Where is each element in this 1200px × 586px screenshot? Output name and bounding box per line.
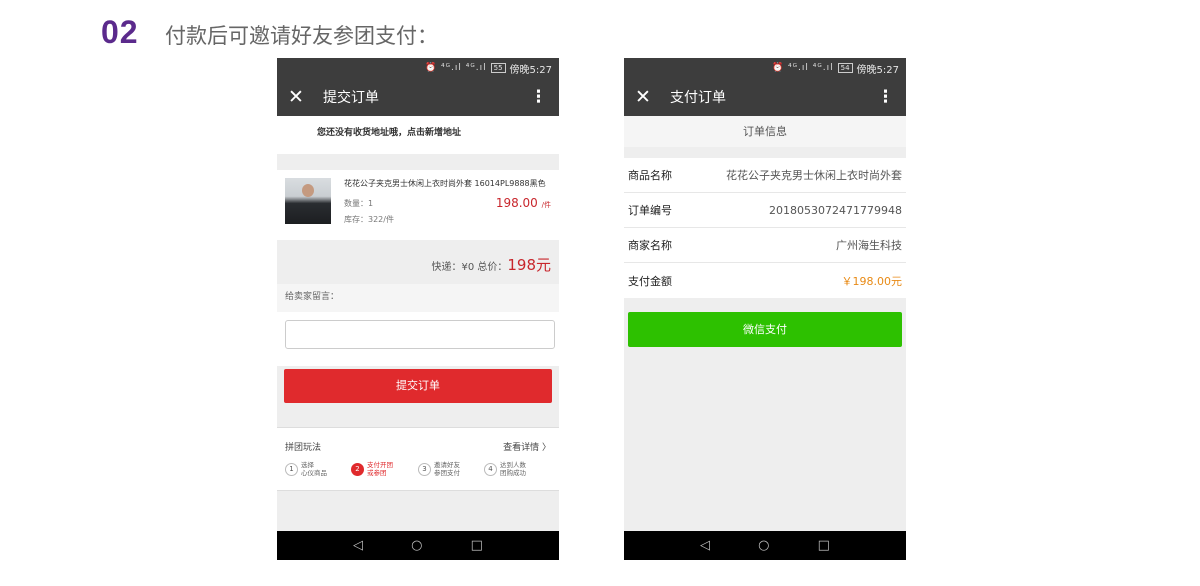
signal-icons: ⏰ ⁴ᴳ.ıl ⁴ᴳ.ıl	[424, 63, 487, 73]
view-details-link[interactable]: 查看详情 〉	[503, 440, 551, 453]
more-menu-icon[interactable]: ⋮	[877, 78, 894, 116]
info-value: 花花公子夹克男士休闲上衣时尚外套	[726, 169, 902, 182]
group-buy-title: 拼团玩法	[285, 443, 322, 453]
close-icon[interactable]: ✕	[624, 78, 662, 116]
submit-order-button[interactable]: 提交订单	[284, 369, 552, 403]
step-label: 邀请好友 参团支付	[434, 461, 460, 477]
recent-apps-icon[interactable]: □	[471, 538, 483, 553]
step-label: 支付开团 或参团	[367, 461, 393, 477]
battery-icon: 54	[837, 63, 853, 73]
title-bar: ✕ 提交订单 ⋮	[277, 78, 559, 116]
total-prefix: 快递：¥0 总价：	[431, 262, 508, 273]
home-icon[interactable]: ○	[411, 538, 422, 553]
more-menu-icon[interactable]: ⋮	[530, 78, 547, 116]
payment-amount: ￥198.00元	[841, 274, 903, 288]
product-name: 花花公子夹克男士休闲上衣时尚外套 16014PL9888黑色	[344, 179, 546, 188]
order-phone-screen: ⏰ ⁴ᴳ.ıl ⁴ᴳ.ıl 55 傍晚5:27 ✕ 提交订单 ⋮ 您还没有收货地…	[277, 58, 559, 560]
price-unit: /件	[541, 201, 551, 209]
order-total: 快递：¥0 总价：198元	[431, 254, 551, 275]
step-number-badge: 1	[285, 462, 298, 476]
battery-icon: 55	[490, 63, 506, 73]
info-label: 商家名称	[628, 239, 672, 252]
product-price: 198.00 /件	[496, 196, 551, 210]
product-image	[285, 178, 331, 224]
group-step: 1 选择 心仪商品	[285, 461, 327, 477]
total-amount: 198元	[507, 256, 551, 274]
info-row-merchant: 商家名称 广州海生科技	[624, 228, 906, 263]
info-row-order-number: 订单编号 2018053072471779948	[624, 193, 906, 228]
recent-apps-icon[interactable]: □	[818, 538, 830, 553]
info-label: 商品名称	[628, 169, 672, 182]
back-icon[interactable]: ◁	[353, 538, 363, 553]
step-number-badge: 3	[418, 462, 431, 476]
status-time: 傍晚5:27	[856, 64, 899, 76]
page-title: 支付订单	[670, 90, 726, 106]
price-value: 198.00	[495, 196, 538, 210]
info-label: 支付金额	[628, 274, 672, 288]
info-value: 广州海生科技	[836, 239, 902, 252]
status-bar: ⏰ ⁴ᴳ.ıl ⁴ᴳ.ıl 54 傍晚5:27	[624, 58, 906, 78]
info-label: 订单编号	[628, 204, 672, 217]
product-stock: 库存：322/件	[344, 215, 394, 224]
step-number-badge: 2	[351, 462, 364, 476]
page-title: 提交订单	[323, 90, 379, 106]
home-icon[interactable]: ○	[758, 538, 769, 553]
title-bar: ✕ 支付订单 ⋮	[624, 78, 906, 116]
status-bar: ⏰ ⁴ᴳ.ıl ⁴ᴳ.ıl 55 傍晚5:27	[277, 58, 559, 78]
order-info-list: 商品名称 花花公子夹克男士休闲上衣时尚外套 订单编号 2018053072471…	[624, 158, 906, 298]
group-step: 4 达到人数 团购成功	[484, 461, 526, 477]
group-step: 2 支付开团 或参团	[351, 461, 393, 477]
product-quantity: 数量：1	[344, 199, 374, 208]
order-info-header: 订单信息	[624, 116, 906, 147]
payment-phone-screen: ⏰ ⁴ᴳ.ıl ⁴ᴳ.ıl 54 傍晚5:27 ✕ 支付订单 ⋮ 订单信息 商品…	[624, 58, 906, 560]
add-address-link[interactable]: 您还没有收货地址哦，点击新增地址	[277, 116, 559, 154]
info-row-product: 商品名称 花花公子夹克男士休闲上衣时尚外套	[624, 158, 906, 193]
group-buy-panel: 拼团玩法 查看详情 〉 1 选择 心仪商品 2 支付开团 或参团 3 邀请好友 参团支…	[277, 427, 559, 491]
back-icon[interactable]: ◁	[700, 538, 710, 553]
group-step: 3 邀请好友 参团支付	[418, 461, 460, 477]
product-card: 花花公子夹克男士休闲上衣时尚外套 16014PL9888黑色 数量：1 库存：3…	[277, 170, 559, 240]
android-nav-bar: ◁ ○ □	[624, 531, 906, 560]
wechat-pay-button[interactable]: 微信支付	[628, 312, 902, 347]
step-label: 达到人数 团购成功	[500, 461, 526, 477]
status-time: 傍晚5:27	[509, 64, 552, 76]
signal-icons: ⏰ ⁴ᴳ.ıl ⁴ᴳ.ıl	[771, 63, 834, 73]
message-label: 给卖家留言：	[277, 284, 559, 312]
slide-heading: 付款后可邀请好友参团支付：	[165, 24, 438, 48]
android-nav-bar: ◁ ○ □	[277, 531, 559, 560]
step-number-badge: 4	[484, 462, 497, 476]
step-label: 选择 心仪商品	[301, 461, 327, 477]
close-icon[interactable]: ✕	[277, 78, 315, 116]
message-input[interactable]	[285, 320, 555, 349]
step-number: 02	[101, 14, 139, 50]
info-row-amount: 支付金额 ￥198.00元	[624, 263, 906, 298]
info-value: 2018053072471779948	[769, 203, 902, 217]
